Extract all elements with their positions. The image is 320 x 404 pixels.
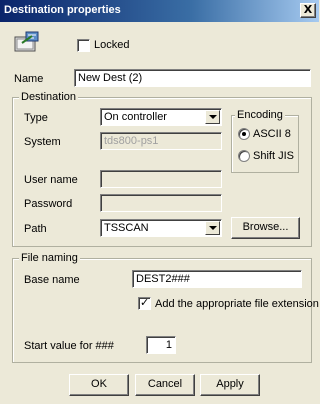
extension-checkbox[interactable]: ✓ — [138, 296, 151, 310]
type-select[interactable]: On controller — [100, 108, 222, 126]
shiftjis-label: Shift JIS — [253, 150, 294, 162]
ok-button[interactable]: OK — [69, 374, 129, 396]
system-input: tds800-ps1 — [100, 132, 222, 150]
username-label: User name — [24, 174, 78, 186]
browse-button[interactable]: Browse... — [231, 217, 300, 239]
locked-label: Locked — [94, 39, 130, 51]
path-select[interactable]: TSSCAN — [100, 219, 222, 237]
type-label: Type — [24, 112, 48, 124]
base-name-input[interactable]: DEST2### — [132, 270, 302, 288]
password-input — [100, 194, 222, 212]
title-bar[interactable]: Destination properties X — [0, 0, 319, 22]
encoding-group: Encoding — [231, 109, 299, 173]
path-label: Path — [24, 223, 47, 235]
encoding-legend: Encoding — [235, 109, 285, 121]
system-label: System — [24, 136, 61, 148]
window-title: Destination properties — [4, 4, 121, 16]
base-name-label: Base name — [24, 274, 80, 286]
ascii8-radio[interactable] — [238, 128, 250, 140]
start-value-label: Start value for ### — [24, 340, 114, 352]
file-naming-legend: File naming — [19, 252, 80, 264]
shiftjis-radio[interactable] — [238, 150, 250, 162]
path-select-value: TSSCAN — [104, 222, 149, 234]
name-label: Name — [14, 73, 44, 85]
destination-legend: Destination — [19, 91, 79, 103]
chevron-down-icon[interactable] — [205, 221, 220, 235]
ascii8-label: ASCII 8 — [253, 128, 291, 140]
password-label: Password — [24, 198, 73, 210]
type-select-value: On controller — [104, 111, 167, 123]
locked-checkbox[interactable] — [77, 39, 90, 52]
username-input — [100, 170, 222, 188]
start-value-input[interactable]: 1 — [146, 336, 176, 354]
destination-icon — [14, 31, 40, 53]
close-button[interactable]: X — [300, 3, 316, 18]
cancel-button[interactable]: Cancel — [135, 374, 195, 396]
apply-button[interactable]: Apply — [200, 374, 260, 396]
checkmark-icon: ✓ — [140, 296, 150, 309]
extension-label: Add the appropriate file extension — [155, 298, 319, 310]
radio-selected-dot — [242, 132, 246, 136]
chevron-down-icon[interactable] — [205, 110, 220, 124]
name-input[interactable]: New Dest (2) — [74, 69, 311, 87]
